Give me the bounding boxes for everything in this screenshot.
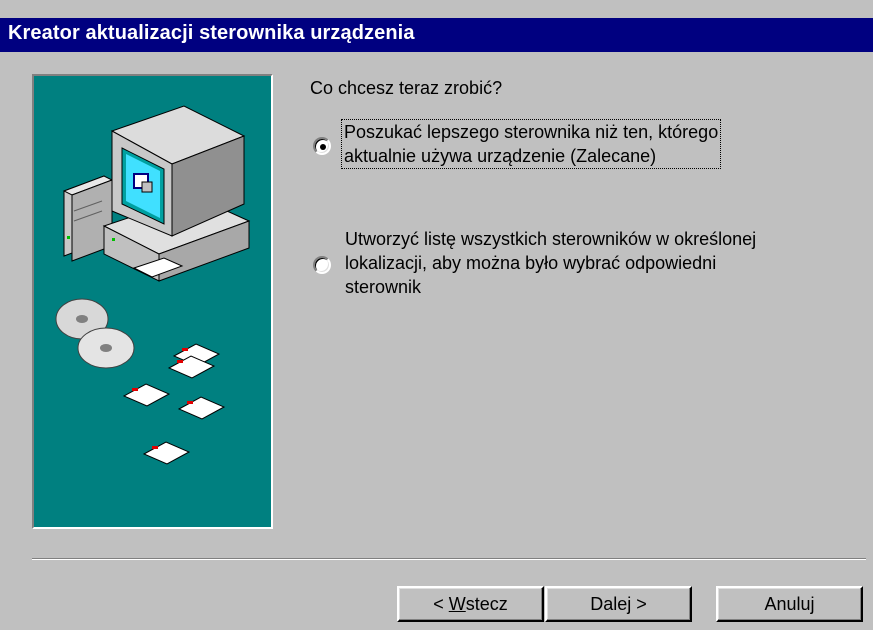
option-search-better-driver-label[interactable]: Poszukać lepszego sterownika niż ten, kt… — [340, 119, 722, 169]
cancel-button[interactable]: Anuluj — [716, 586, 863, 622]
next-button[interactable]: Dalej > — [545, 586, 692, 622]
computer-and-disks-illustration — [55, 105, 251, 465]
next-button-label: Dalej > — [590, 593, 647, 614]
title-bar[interactable]: Kreator aktualizacji sterownika urządzen… — [0, 18, 873, 52]
cancel-button-label: Anuluj — [764, 593, 815, 614]
option-1-line-1: Poszukać lepszego sterownika niż ten, kt… — [344, 122, 719, 142]
question-label: Co chcesz teraz zrobić? — [310, 78, 503, 98]
radio-search-better-driver[interactable] — [313, 137, 331, 155]
wizard-window: Kreator aktualizacji sterownika urządzen… — [0, 0, 873, 630]
radio-list-all-drivers[interactable] — [313, 256, 331, 274]
back-button-prefix: < — [433, 593, 449, 614]
window-title: Kreator aktualizacji sterownika urządzen… — [8, 22, 415, 44]
option-1-line-2: aktualnie używa urządzenie (Zalecane) — [344, 146, 657, 166]
back-button-label: stecz — [465, 593, 508, 614]
radio-selected-dot — [320, 144, 326, 150]
wizard-illustration — [32, 74, 273, 529]
option-2-line-2: lokalizacji, aby można było wybrać odpow… — [345, 253, 717, 273]
back-button[interactable]: < Wstecz — [397, 586, 544, 622]
option-2-line-3: sterownik — [345, 277, 422, 297]
back-button-accelerator: W — [448, 593, 466, 614]
option-2-line-1: Utworzyć listę wszystkich sterowników w … — [345, 229, 757, 249]
option-list-all-drivers-label[interactable]: Utworzyć listę wszystkich sterowników w … — [345, 227, 756, 299]
separator-highlight — [32, 559, 866, 560]
